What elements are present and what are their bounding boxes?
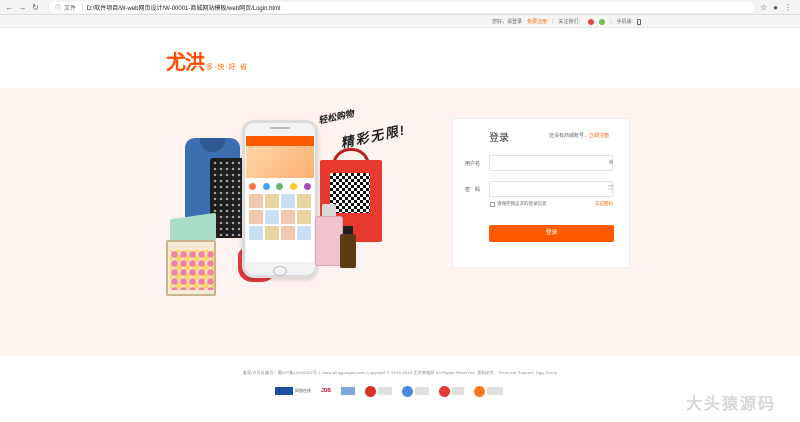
weibo-icon[interactable] [588, 18, 595, 25]
remember-checkbox[interactable] [490, 201, 495, 207]
username-row: 用户名 ☻ [465, 155, 615, 171]
badge-business-license[interactable] [474, 384, 504, 398]
trusted-site-icon [365, 385, 377, 397]
integrity-seal-icon [439, 385, 451, 397]
shopping-illustration: 轻松购物 精彩无限! [160, 108, 430, 358]
footer-copyright: 备案/许可证编号：蜀ICP备12009302号-1-www.dingguagua… [242, 370, 558, 375]
password-row: 密 码 ⚿ [465, 181, 615, 197]
free-register-link[interactable]: 免费注册 [527, 18, 547, 25]
username-label: 用户名 [465, 160, 481, 167]
police-alarm-text-icon [415, 387, 430, 395]
site-footer: 备案/许可证编号：蜀ICP备12009302号-1-www.dingguagua… [0, 356, 800, 422]
site-header: 尤洪 多·快·好·省 [0, 28, 800, 88]
badge-certified[interactable] [341, 384, 356, 398]
badge-trusted-site[interactable] [365, 384, 393, 398]
phone-screen-header [246, 136, 314, 146]
wechat-icon[interactable] [599, 18, 606, 25]
certified-logo-icon [341, 387, 356, 395]
forgot-password-link[interactable]: 忘记密码 [595, 201, 613, 207]
topbar-divider: | [610, 18, 612, 25]
logo-slogan: 多·快·好·省 [206, 64, 248, 71]
follow-us-label: 关注我们： [558, 19, 584, 25]
register-tip-text: 还没有商城账号， [549, 133, 590, 139]
site-logo[interactable]: 尤洪 多·快·好·省 [166, 46, 248, 75]
logo-main-text: 尤洪 [166, 52, 205, 74]
phone-screen-banner [246, 146, 314, 178]
greeting-link[interactable]: 您好，请登录 [492, 18, 522, 25]
jdb-logo-label: JDB [321, 388, 332, 394]
address-url[interactable]: D:/软件项目/W-web网页设计/W-00001-商城网站模板/web网页/L… [87, 3, 281, 12]
topbar-divider: | [552, 18, 554, 25]
business-license-text-icon [487, 387, 504, 395]
phone-screen [246, 136, 314, 262]
bookmark-star-icon[interactable]: ☆ [760, 3, 767, 12]
username-input[interactable] [489, 155, 613, 171]
police-alarm-icon [402, 385, 414, 397]
menu-kebab-icon[interactable]: ⋮ [784, 3, 792, 12]
forward-icon[interactable]: → [17, 2, 28, 13]
badge-online-bank[interactable]: 网银在线 [275, 384, 311, 398]
mobile-phone-icon [636, 18, 641, 25]
browser-toolbar: ← → ↻ ⓘ 文件 | D:/软件项目/W-web网页设计/W-00001-商… [0, 0, 800, 15]
remember-me[interactable]: 请保存我这次的登录信息 [490, 201, 547, 207]
password-label: 密 码 [465, 186, 481, 193]
user-icon: ☻ [607, 159, 615, 166]
info-icon[interactable]: ⓘ [55, 3, 61, 12]
address-separator: | [82, 4, 84, 10]
macarons [170, 250, 214, 290]
mobile-version-link[interactable]: 手机版 [617, 18, 632, 25]
address-bar[interactable]: ⓘ 文件 | D:/软件项目/W-web网页设计/W-00001-商城网站模板/… [49, 1, 754, 13]
badge-110-alarm[interactable] [402, 384, 430, 398]
login-banner: 轻松购物 精彩无限! 登录 还没有商城账号，立即注册 用户名 ☻ 密 码 ⚿ 请… [0, 88, 800, 356]
slogan-line-2: 精彩无限! [339, 122, 408, 151]
login-form: 登录 还没有商城账号，立即注册 用户名 ☻ 密 码 ⚿ 请保存我这次的登录信息 … [452, 118, 630, 268]
back-icon[interactable]: ← [4, 2, 15, 13]
phone-screen-icons [246, 181, 314, 191]
phone-screen-products [246, 191, 314, 243]
site-topbar: 您好，请登录 免费注册 | 关注我们： | 手机版 [0, 15, 800, 28]
address-scheme-label: 文件 [64, 5, 77, 12]
badge-integrity[interactable] [439, 384, 465, 398]
badge-label: 网银在线 [295, 388, 311, 393]
qr-code-image [330, 173, 370, 213]
trust-badges: 网银在线 JDB [275, 384, 504, 398]
register-tip: 还没有商城账号，立即注册 [549, 132, 609, 139]
password-input[interactable] [489, 181, 613, 197]
profile-icon[interactable]: ● [773, 3, 778, 12]
register-now-link[interactable]: 立即注册 [589, 133, 609, 139]
business-license-icon [474, 385, 486, 397]
perfume-bottle-image [315, 216, 343, 266]
lock-icon: ⚿ [608, 185, 614, 192]
login-button[interactable]: 登录 [489, 225, 614, 242]
phone-speaker [270, 127, 290, 129]
integrity-text-icon [452, 387, 465, 395]
slogan-line-1: 轻松购物 [317, 108, 355, 126]
reload-icon[interactable]: ↻ [30, 2, 41, 13]
badge-jdb[interactable]: JDB [321, 384, 331, 398]
remember-label: 请保存我这次的登录信息 [497, 201, 547, 206]
serum-bottle-image [340, 234, 356, 268]
trusted-site-text-icon [378, 387, 393, 395]
watermark: 大头猿源码 [686, 396, 777, 413]
phone-home-button [273, 266, 287, 276]
login-title: 登录 [489, 133, 509, 144]
online-bank-logo-icon [275, 387, 293, 395]
